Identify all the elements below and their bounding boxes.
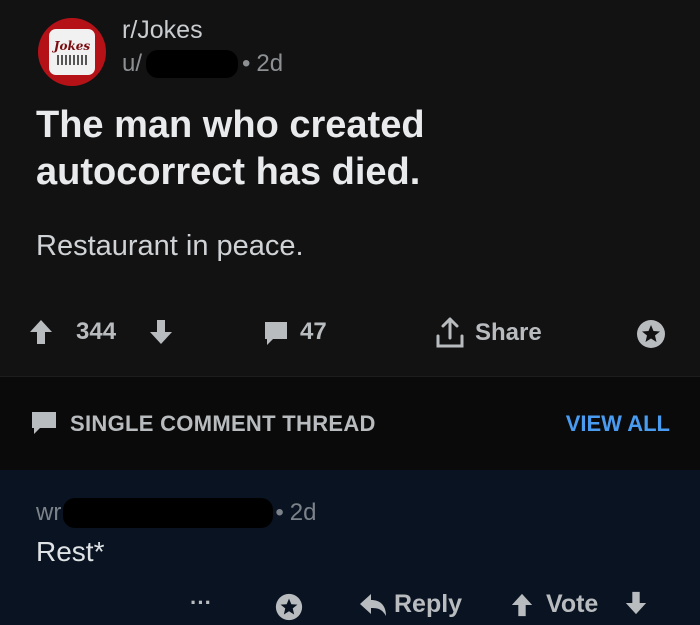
upvote-button[interactable] [28, 318, 54, 346]
view-all-link[interactable]: VIEW ALL [566, 411, 670, 437]
separator-dot: • [275, 499, 284, 526]
reply-icon [358, 592, 388, 618]
comment-award-button[interactable] [274, 592, 304, 622]
jokes-logo: Jokes [49, 29, 95, 75]
comment-count: 47 [300, 318, 327, 345]
single-comment-thread-label: SINGLE COMMENT THREAD [70, 411, 376, 436]
redacted-username [146, 50, 239, 78]
reply-label: Reply [394, 590, 463, 618]
downvote-icon [148, 318, 174, 346]
chat-icon [30, 410, 58, 436]
share-button[interactable]: Share [433, 316, 542, 350]
share-icon [433, 316, 467, 350]
comment-body: Rest* [36, 536, 105, 567]
upvote-icon [28, 318, 54, 346]
downvote-icon [624, 590, 648, 616]
downvote-button[interactable] [148, 318, 174, 346]
subreddit-avatar[interactable]: Jokes [38, 18, 106, 86]
award-icon [635, 318, 667, 350]
reply-button[interactable]: Reply [358, 590, 462, 619]
comment-author[interactable]: wr [36, 499, 61, 527]
subreddit-name[interactable]: r/Jokes [122, 16, 203, 45]
award-button[interactable] [635, 318, 667, 350]
comment-age: 2d [289, 499, 317, 526]
separator-dot: • [242, 50, 251, 77]
award-icon [274, 592, 304, 622]
post-body: Restaurant in peace. [36, 230, 304, 262]
upvote-count: 344 [76, 318, 117, 345]
comment-icon [262, 319, 290, 347]
comment-upvote-button[interactable]: Vote [510, 590, 598, 619]
more-icon: ··· [190, 590, 212, 615]
more-options-button[interactable]: ··· [190, 590, 212, 616]
post-age: 2d [256, 50, 284, 77]
comments-button[interactable] [262, 319, 290, 347]
post-actions: 344 47 Share [0, 312, 700, 356]
post-title[interactable]: The man who created autocorrect has died… [36, 102, 556, 196]
share-label: Share [475, 319, 542, 346]
post-author[interactable]: u/ [122, 50, 142, 78]
comment-downvote-button[interactable] [624, 590, 648, 616]
post-author-line: u/ • 2d [122, 50, 283, 78]
vote-label: Vote [546, 590, 599, 618]
upvote-icon [510, 592, 534, 618]
redacted-username [63, 498, 274, 528]
comment-author-line: wr • 2d [36, 498, 316, 528]
